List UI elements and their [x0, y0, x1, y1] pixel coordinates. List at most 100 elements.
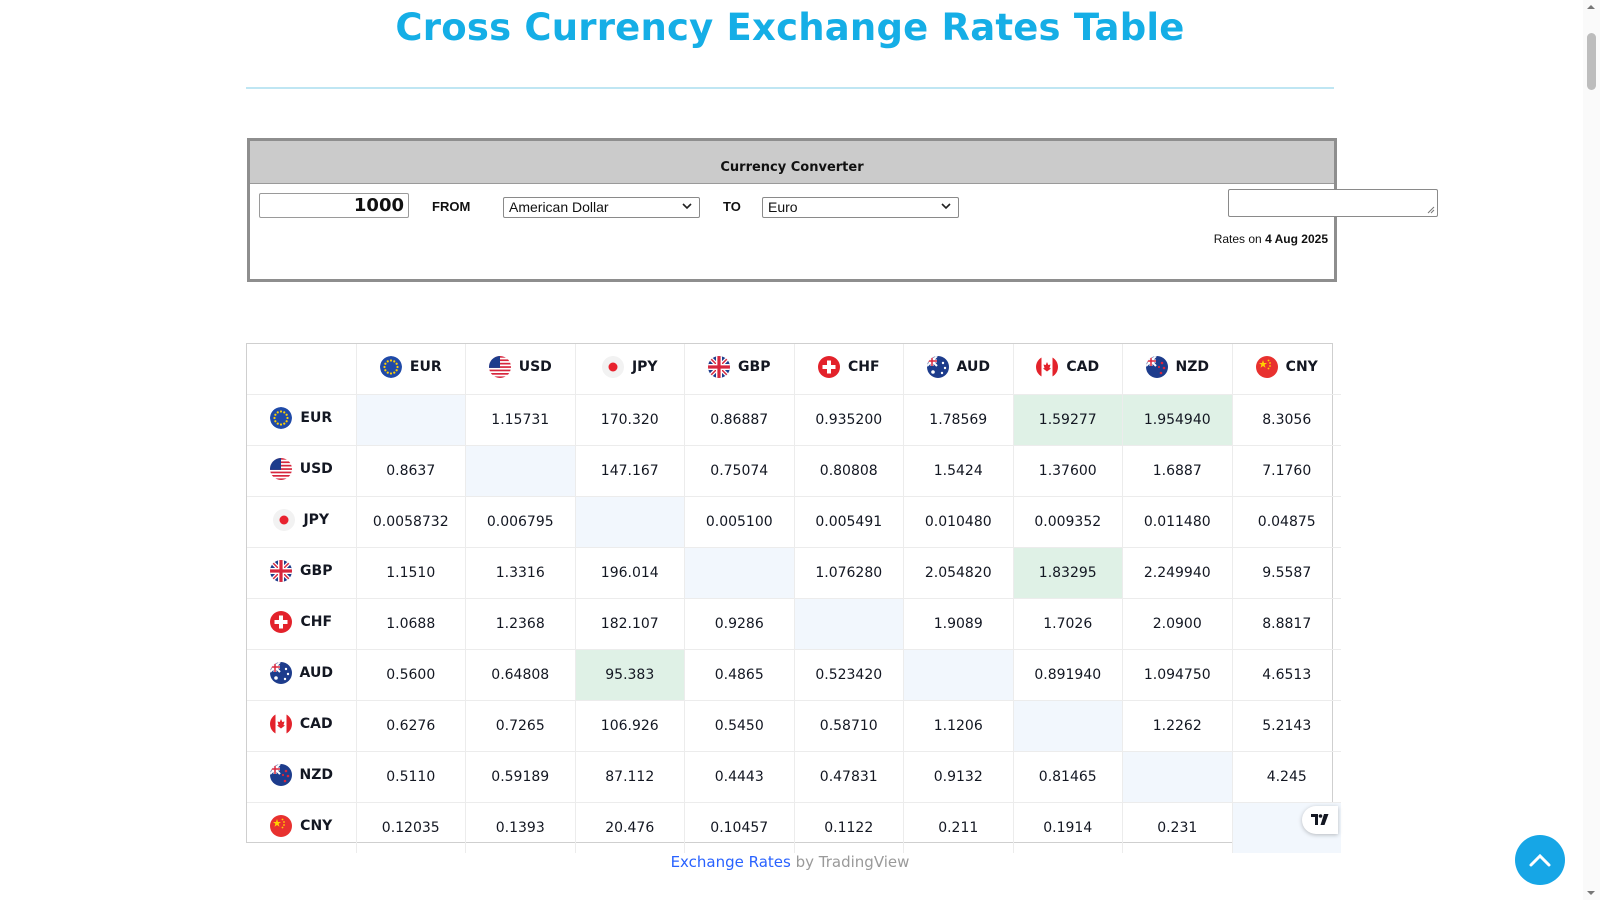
- resize-grip-icon[interactable]: [1427, 206, 1435, 214]
- rate-cell: 4.6513: [1232, 649, 1341, 701]
- rate-cell: [794, 598, 904, 650]
- currency-code: CNY: [300, 818, 333, 834]
- currency-label-chf: CHF: [817, 356, 880, 378]
- rate-cell: 1.954940: [1122, 394, 1233, 446]
- rate-cell: 0.0058732: [356, 496, 466, 548]
- rates-table-widget: EUR USD JPY GBP CHF AUD CAD NZD CNY EUR 1.15731 17…: [246, 343, 1341, 853]
- rate-cell: 95.383: [575, 649, 685, 701]
- currency-label-nzd: NZD: [1145, 356, 1209, 378]
- rate-cell: 1.78569: [903, 394, 1014, 446]
- chevron-up-icon: [1529, 853, 1551, 867]
- scroll-up-arrow-icon[interactable]: [1586, 4, 1596, 10]
- rates-date-note: Rates on 4 Aug 2025: [1214, 232, 1328, 246]
- rate-cell: 0.4865: [684, 649, 795, 701]
- currency-label-cad: CAD: [1036, 356, 1099, 378]
- column-header-cad: CAD: [1013, 344, 1123, 395]
- rate-cell: 87.112: [575, 751, 685, 803]
- amount-input[interactable]: [259, 193, 409, 218]
- chf-flag-icon: [817, 356, 840, 378]
- table-header-row: EUR USD JPY GBP CHF AUD CAD NZD CNY: [247, 344, 1341, 395]
- page-scrollbar[interactable]: [1583, 0, 1600, 900]
- scroll-to-top-button[interactable]: [1515, 835, 1565, 885]
- currency-code: USD: [518, 359, 552, 375]
- table-corner-cell: [247, 344, 357, 395]
- rate-cell: 1.1206: [903, 700, 1014, 752]
- scrollbar-thumb[interactable]: [1587, 33, 1596, 90]
- rate-cell: 2.054820: [903, 547, 1014, 599]
- row-header-nzd: NZD: [247, 751, 357, 803]
- from-currency-select[interactable]: American Dollar: [503, 197, 700, 218]
- rate-cell: 7.1760: [1232, 445, 1341, 497]
- currency-code: AUD: [956, 359, 990, 375]
- rate-cell: [903, 649, 1014, 701]
- column-header-aud: AUD: [903, 344, 1014, 395]
- currency-code: EUR: [300, 410, 333, 426]
- column-header-gbp: GBP: [684, 344, 795, 395]
- rate-cell: 0.011480: [1122, 496, 1233, 548]
- to-currency-value: Euro: [768, 199, 798, 215]
- rate-cell: 2.249940: [1122, 547, 1233, 599]
- rate-cell: 0.81465: [1013, 751, 1123, 803]
- row-header-eur: EUR: [247, 394, 357, 446]
- rate-cell: 8.8817: [1232, 598, 1341, 650]
- rate-cell: 20.476: [575, 802, 685, 853]
- tradingview-logo-icon[interactable]: [1302, 806, 1338, 834]
- exchange-rates-link[interactable]: Exchange Rates: [671, 853, 791, 871]
- rate-cell: [1013, 700, 1123, 752]
- rate-cell: 1.7026: [1013, 598, 1123, 650]
- table-row: USD 0.8637 147.167 0.75074 0.80808 1.5424 1.37…: [247, 445, 1341, 497]
- rate-cell: 0.1914: [1013, 802, 1123, 853]
- table-row: CAD 0.6276 0.7265 106.926 0.5450 0.58710 1.120…: [247, 700, 1341, 752]
- row-header-cny: CNY: [247, 802, 357, 853]
- currency-code: GBP: [300, 563, 333, 579]
- rate-cell: 0.006795: [465, 496, 576, 548]
- rate-cell: 0.005100: [684, 496, 795, 548]
- rates-date: 4 Aug 2025: [1265, 232, 1328, 246]
- rate-cell: 4.245: [1232, 751, 1341, 803]
- nzd-flag-icon: [1145, 356, 1168, 378]
- currency-code: JPY: [631, 359, 658, 375]
- currency-code: CAD: [1066, 359, 1100, 375]
- currency-label-jpy: JPY: [273, 509, 329, 531]
- currency-label-aud: AUD: [269, 662, 333, 684]
- table-row: GBP 1.1510 1.3316 196.014 1.076280 2.054820 1.…: [247, 547, 1341, 599]
- currency-label-cny: CNY: [270, 815, 332, 837]
- rate-cell: 0.9286: [684, 598, 795, 650]
- rate-cell: 0.64808: [465, 649, 576, 701]
- rate-cell: 0.47831: [794, 751, 904, 803]
- rate-cell: 0.75074: [684, 445, 795, 497]
- rate-cell: 0.86887: [684, 394, 795, 446]
- rate-cell: 5.2143: [1232, 700, 1341, 752]
- rate-cell: [684, 547, 795, 599]
- currency-label-cad: CAD: [269, 713, 333, 735]
- rate-cell: 182.107: [575, 598, 685, 650]
- rate-cell: [1122, 751, 1233, 803]
- currency-code: NZD: [299, 767, 334, 783]
- currency-label-nzd: NZD: [269, 764, 334, 786]
- column-header-eur: EUR: [356, 344, 466, 395]
- converted-result-field[interactable]: [1228, 189, 1438, 217]
- row-header-usd: USD: [247, 445, 357, 497]
- to-currency-select[interactable]: Euro: [762, 197, 959, 218]
- currency-label-chf: CHF: [270, 611, 332, 633]
- rate-cell: 1.83295: [1013, 547, 1123, 599]
- currency-label-usd: USD: [488, 356, 552, 378]
- chevron-down-icon: [941, 203, 951, 210]
- rate-cell: 0.231: [1122, 802, 1233, 853]
- currency-code: EUR: [409, 359, 442, 375]
- rate-cell: 0.80808: [794, 445, 904, 497]
- rate-cell: 0.8637: [356, 445, 466, 497]
- currency-label-cny: CNY: [1255, 356, 1318, 378]
- currency-code: GBP: [738, 359, 771, 375]
- rate-cell: [356, 394, 466, 446]
- rate-cell: 0.1393: [465, 802, 576, 853]
- currency-label-usd: USD: [269, 458, 333, 480]
- row-header-gbp: GBP: [247, 547, 357, 599]
- currency-code: JPY: [303, 512, 330, 528]
- scroll-down-arrow-icon[interactable]: [1586, 890, 1596, 896]
- converter-row: FROM American Dollar TO Euro: [250, 189, 1438, 225]
- currency-code: CHF: [300, 614, 333, 630]
- currency-code: AUD: [299, 665, 333, 681]
- rate-cell: 106.926: [575, 700, 685, 752]
- rate-cell: 0.523420: [794, 649, 904, 701]
